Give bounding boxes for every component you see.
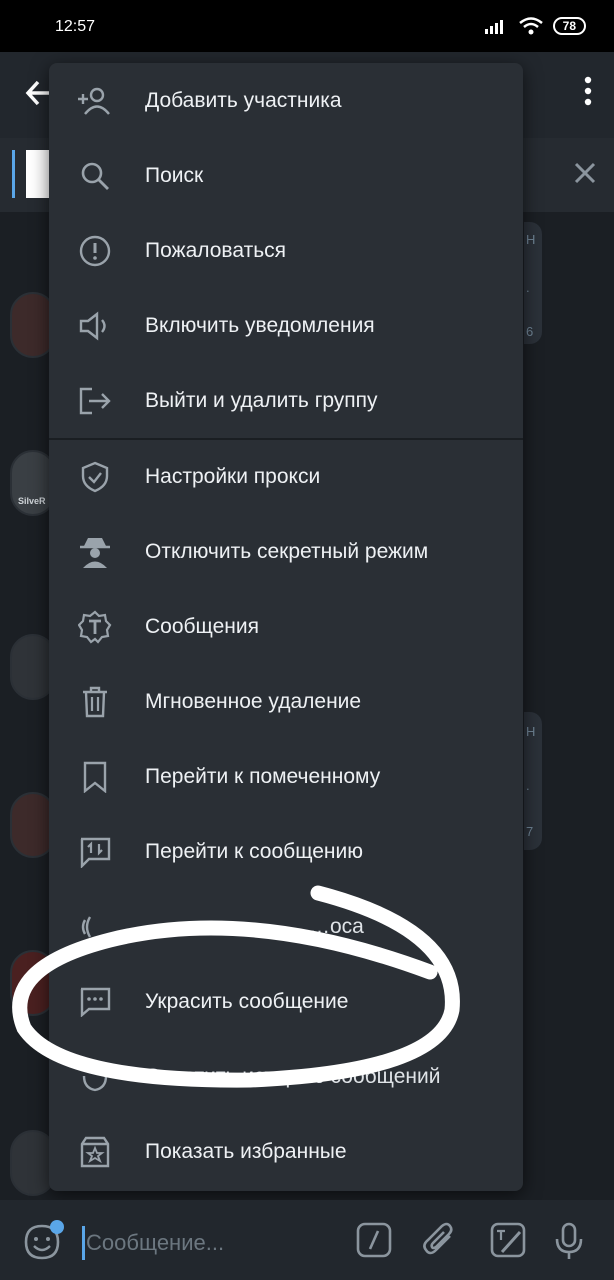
microphone-icon[interactable] — [554, 1222, 584, 1260]
close-icon[interactable] — [574, 162, 596, 184]
menu-item-label: Настройки прокси — [145, 464, 321, 488]
message-bubble[interactable]: Н . 6 — [524, 222, 542, 344]
menu-item-unmute[interactable]: Включить уведомления — [49, 288, 523, 363]
menu-item-report[interactable]: Пожаловаться — [49, 213, 523, 288]
menu-item-label: Сообщения — [145, 614, 259, 638]
menu-item-add-member[interactable]: Добавить участника — [49, 63, 523, 138]
shield-icon — [77, 459, 113, 495]
add-user-icon — [77, 83, 113, 119]
jump-message-icon — [77, 834, 113, 870]
favorites-icon — [77, 1134, 113, 1170]
bookmark-icon — [77, 759, 113, 795]
signal-icon — [484, 20, 503, 34]
menu-item-label: Показать избранные — [145, 1139, 347, 1163]
menu-item-label: Добавить участника — [145, 88, 342, 112]
menu-item-label: Пожаловаться — [145, 238, 287, 262]
menu-item-secret-mode[interactable]: Отключить секретный режим — [49, 514, 523, 589]
attach-icon[interactable] — [422, 1222, 456, 1258]
menu-item-label: Украсить сообщение — [145, 989, 349, 1013]
wifi-icon — [518, 17, 543, 35]
status-time: 12:57 — [55, 18, 96, 35]
overflow-menu: Добавить участника Поиск Пожаловаться Вк… — [49, 63, 523, 1191]
incognito-icon — [77, 534, 113, 570]
bubble-text: Н — [526, 232, 536, 247]
voice-icon — [77, 909, 113, 945]
menu-item-label: Поиск — [145, 163, 204, 187]
menu-item-leave-group[interactable]: Выйти и удалить группу — [49, 363, 523, 438]
menu-item-clear-history[interactable]: Очистить историю сообщений — [49, 1039, 523, 1114]
battery-indicator: 78 — [552, 17, 586, 35]
message-bubble[interactable]: Н . 7 — [524, 712, 542, 850]
pinned-thumbnail — [26, 150, 50, 198]
menu-item-label: Перейти к помеченному — [145, 764, 381, 788]
menu-item-voice[interactable]: …оса — [49, 889, 523, 964]
message-input-bar — [0, 1200, 614, 1280]
pinned-indicator — [12, 150, 15, 198]
avatar-label: SilveR — [18, 496, 46, 506]
menu-item-label: Отключить секретный режим — [145, 539, 429, 563]
bubble-text: Н — [526, 724, 536, 739]
menu-item-label: Очистить историю сообщений — [145, 1064, 441, 1088]
search-icon — [77, 158, 113, 194]
bubble-time: 7 — [526, 824, 534, 839]
trash-icon — [77, 684, 113, 720]
status-bar: 12:57 78 — [0, 0, 614, 52]
speaker-icon — [77, 308, 113, 344]
menu-item-instant-delete[interactable]: Мгновенное удаление — [49, 664, 523, 739]
chat-dots-icon — [77, 984, 113, 1020]
bot-commands-icon[interactable] — [356, 1222, 392, 1258]
report-icon — [77, 233, 113, 269]
menu-item-messages[interactable]: Сообщения — [49, 589, 523, 664]
gear-text-icon — [77, 609, 113, 645]
more-vertical-icon[interactable] — [584, 76, 592, 106]
menu-item-search[interactable]: Поиск — [49, 138, 523, 213]
bubble-time: 6 — [526, 324, 534, 339]
menu-item-show-favorites[interactable]: Показать избранные — [49, 1114, 523, 1189]
bubble-text: . — [526, 778, 530, 793]
menu-item-go-to-message[interactable]: Перейти к сообщению — [49, 814, 523, 889]
menu-item-label: Выйти и удалить группу — [145, 388, 378, 412]
leave-icon — [77, 383, 113, 419]
menu-item-go-to-marked[interactable]: Перейти к помеченному — [49, 739, 523, 814]
clear-icon — [77, 1059, 113, 1095]
menu-item-label: …оса — [309, 914, 364, 938]
bubble-text: . — [526, 280, 530, 295]
menu-item-label: Мгновенное удаление — [145, 689, 362, 713]
status-icons: 78 — [484, 17, 586, 35]
text-style-icon[interactable] — [490, 1222, 526, 1258]
menu-item-label: Включить уведомления — [145, 313, 375, 337]
back-arrow-icon[interactable] — [24, 78, 52, 108]
menu-item-label: Перейти к сообщению — [145, 839, 363, 863]
notification-dot — [50, 1220, 64, 1234]
menu-item-proxy-settings[interactable]: Настройки прокси — [49, 439, 523, 514]
message-input[interactable] — [84, 1222, 338, 1264]
menu-item-decorate-message[interactable]: Украсить сообщение — [49, 964, 523, 1039]
